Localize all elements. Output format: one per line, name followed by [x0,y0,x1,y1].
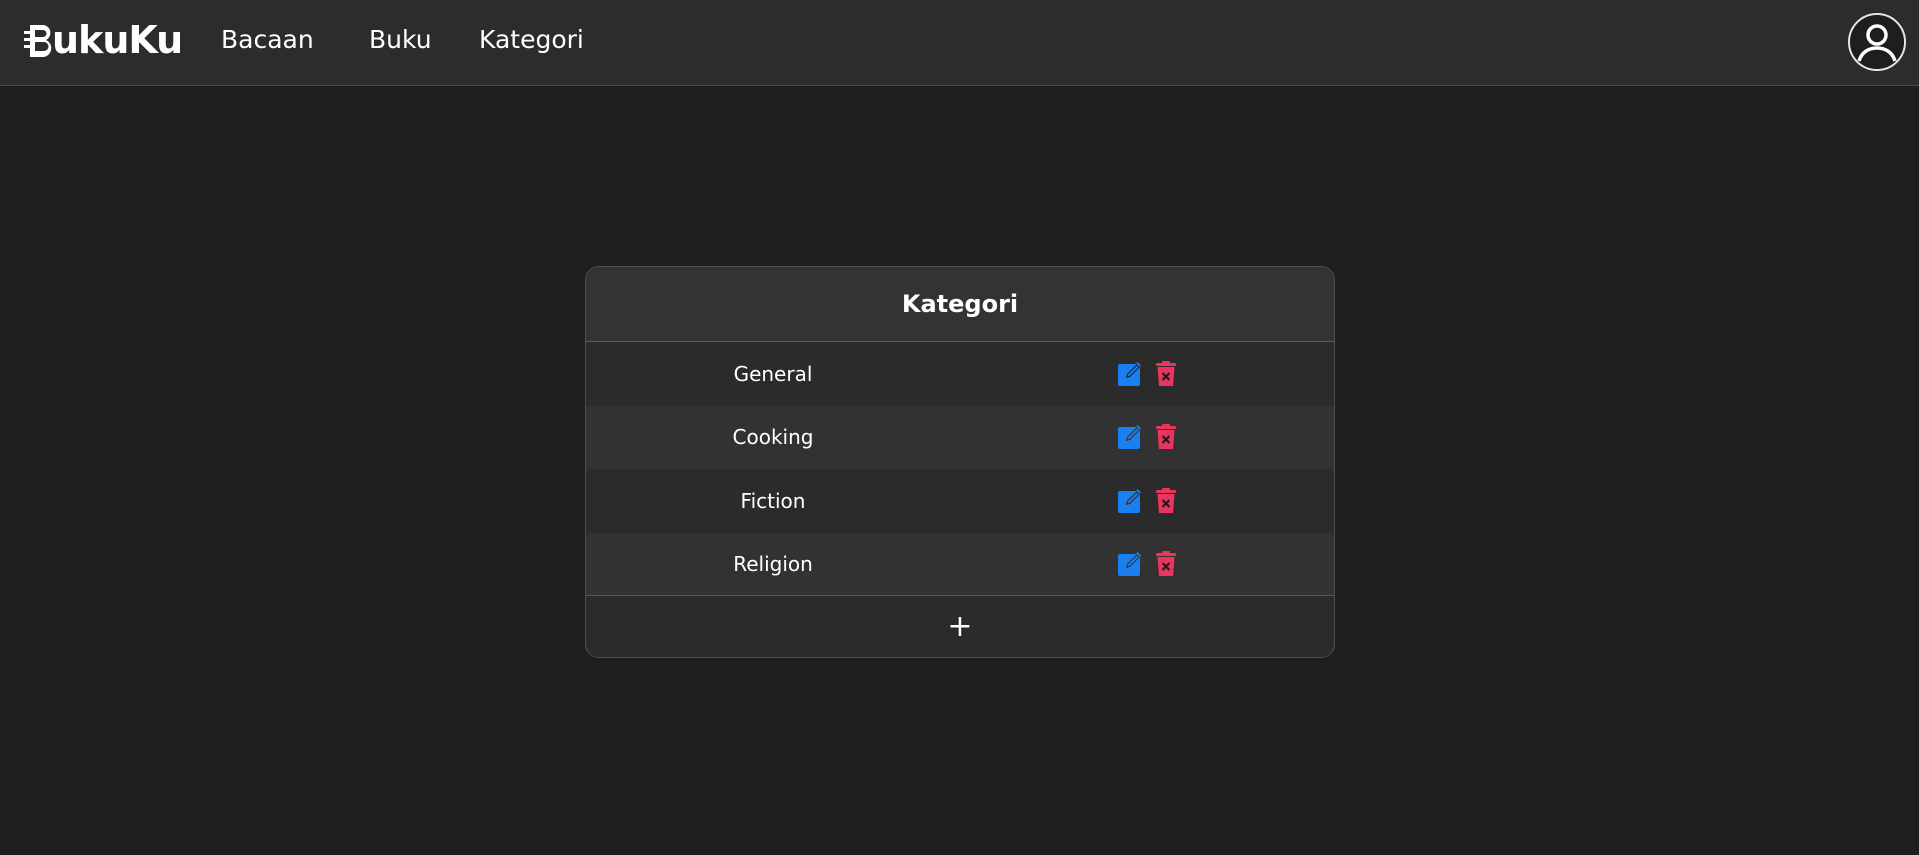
kategori-row: General [586,342,1334,406]
edit-icon[interactable] [1118,361,1142,387]
trash-icon[interactable] [1154,424,1178,450]
kategori-name: Fiction [740,488,806,513]
row-actions [1118,424,1178,450]
kategori-name: General [733,361,813,386]
edit-icon[interactable] [1118,488,1142,514]
edit-icon[interactable] [1118,551,1142,577]
row-actions [1118,487,1178,514]
kategori-row: Cooking [586,405,1334,469]
row-actions [1118,360,1178,387]
trash-icon[interactable] [1154,360,1178,387]
kategori-card-header: Kategori [586,267,1334,342]
nav-buku[interactable]: Buku [369,24,432,56]
nav-bacaan[interactable]: Bacaan [221,24,314,56]
kategori-row: Religion [586,532,1334,596]
user-avatar-icon [1850,15,1904,69]
kategori-title: Kategori [901,290,1019,318]
add-kategori-button[interactable]: + [940,607,980,647]
trash-icon[interactable] [1154,487,1178,514]
kategori-name: Cooking [732,425,814,450]
user-avatar-button[interactable] [1848,13,1906,71]
kategori-row: Fiction [586,469,1334,533]
book-logo-icon [24,25,52,57]
brand-logo[interactable]: ukuKu [24,18,183,62]
kategori-card: Kategori General Cooking Fiction Religio… [585,266,1335,658]
brand-name: ukuKu [52,18,183,62]
trash-icon[interactable] [1154,551,1178,577]
row-actions [1118,551,1178,577]
kategori-name: Religion [733,552,813,577]
kategori-card-footer: + [586,595,1334,657]
edit-icon[interactable] [1118,424,1142,450]
nav-kategori[interactable]: Kategori [479,24,584,56]
top-navbar: ukuKu Bacaan Buku Kategori [0,0,1919,86]
